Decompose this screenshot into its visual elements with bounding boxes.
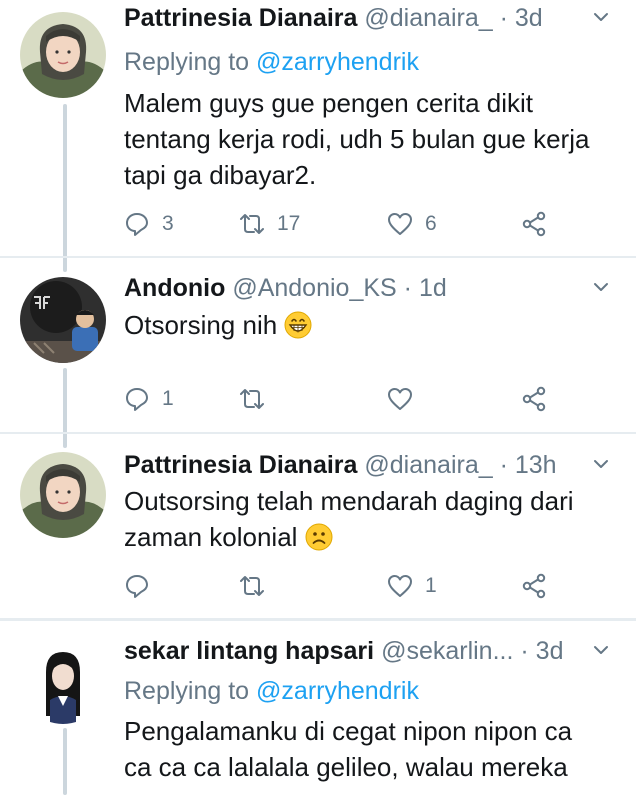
heart-icon: [388, 388, 412, 410]
display-name[interactable]: Pattrinesia Dianaira: [124, 451, 357, 479]
avatar-photo: [20, 452, 106, 538]
like-button[interactable]: 1: [387, 571, 437, 601]
separator-dot: ·: [499, 4, 508, 32]
separator-dot: ·: [520, 637, 529, 665]
tweet-header: Pattrinesia Dianaira @dianaira_ · 3d: [124, 2, 616, 34]
avatar[interactable]: [20, 12, 106, 98]
replying-to-label: Replying to: [124, 677, 250, 705]
separator-dot: ·: [403, 274, 412, 302]
reply-icon: [126, 575, 148, 598]
tweet-text: Pengalamanku di cegat nipon nipon ca ca …: [124, 713, 612, 785]
tweet-text-line: Malem guys gue pengen cerita dikit: [124, 88, 534, 118]
tweet-text-segment: Otsorsing nih: [124, 310, 278, 340]
share-icon: [522, 386, 546, 412]
replying-to-mention[interactable]: @zarryhendrik: [256, 677, 419, 705]
chevron-down-icon[interactable]: [592, 455, 610, 473]
tweet-header: Pattrinesia Dianaira @dianaira_ · 13h: [124, 449, 616, 481]
reply-icon: [126, 213, 148, 236]
avatar[interactable]: [20, 277, 106, 363]
share-icon: [522, 573, 546, 599]
retweet-icon: [240, 389, 264, 409]
retweet-icon: [240, 214, 264, 234]
reply-button[interactable]: 3: [124, 209, 174, 239]
grinning-face-emoji-icon: [284, 311, 312, 339]
replying-to-mention[interactable]: @zarryhendrik: [256, 48, 419, 76]
tweet-text: Outsorsing telah mendarah daging dari za…: [124, 483, 612, 555]
tweet-text-line: tapi ga dibayar2.: [124, 160, 317, 190]
timestamp[interactable]: 3d: [515, 4, 543, 32]
reply-button[interactable]: 1: [124, 384, 174, 414]
heart-icon: [388, 575, 412, 597]
reply-button[interactable]: [124, 571, 162, 601]
reply-icon: [126, 388, 148, 411]
share-button[interactable]: [521, 384, 547, 414]
avatar-photo: [20, 12, 106, 98]
tweet-text-line: Pengalamanku di cegat nipon nipon ca: [124, 716, 573, 746]
user-handle[interactable]: @dianaira_: [364, 4, 492, 32]
tweet-text-line: Outsorsing telah mendarah daging dari: [124, 486, 574, 516]
replying-to: Replying to @zarryhendrik: [124, 46, 419, 78]
chevron-down-icon[interactable]: [592, 8, 610, 26]
share-button[interactable]: [521, 209, 547, 239]
thread-line: [63, 728, 67, 795]
frowning-face-emoji-icon: [305, 523, 333, 551]
replying-to-label: Replying to: [124, 48, 250, 76]
display-name[interactable]: Pattrinesia Dianaira: [124, 4, 357, 32]
avatar-photo: [20, 277, 106, 363]
timestamp[interactable]: 1d: [419, 274, 447, 302]
chevron-down-icon[interactable]: [592, 278, 610, 296]
retweet-button[interactable]: [239, 571, 277, 601]
divider: [0, 432, 636, 434]
share-button[interactable]: [521, 571, 547, 601]
divider: [0, 256, 636, 258]
thread-line: [63, 104, 67, 272]
separator-dot: ·: [499, 451, 508, 479]
tweet-text-line: ca ca ca lalalala gelileo, walau mereka: [124, 752, 568, 782]
user-handle[interactable]: @Andonio_KS: [232, 274, 396, 302]
chevron-down-icon[interactable]: [592, 641, 610, 659]
user-handle[interactable]: @dianaira_: [364, 451, 492, 479]
tweet-header: sekar lintang hapsari @sekarlin... · 3d: [124, 635, 616, 667]
user-handle[interactable]: @sekarlin...: [381, 637, 513, 665]
avatar-photo: [20, 638, 106, 724]
retweet-count: 17: [277, 212, 301, 235]
like-count: 6: [425, 212, 437, 235]
tweet-text: Malem guys gue pengen cerita dikit tenta…: [124, 85, 612, 193]
tweet-text-line: Otsorsing nih: [124, 307, 612, 343]
display-name[interactable]: sekar lintang hapsari: [124, 637, 374, 665]
display-name[interactable]: Andonio: [124, 274, 225, 302]
timestamp[interactable]: 13h: [515, 451, 557, 479]
tweet-text-segment: zaman kolonial: [124, 522, 298, 552]
like-count: 1: [425, 574, 437, 597]
retweet-button[interactable]: 17: [239, 209, 300, 239]
reply-count: 3: [162, 212, 174, 235]
retweet-icon: [240, 576, 264, 596]
share-icon: [522, 211, 546, 237]
timestamp[interactable]: 3d: [536, 637, 564, 665]
reply-count: 1: [162, 387, 174, 410]
tweet-text-line: zaman kolonial: [124, 519, 612, 555]
like-button[interactable]: [387, 384, 425, 414]
tweet-text: Otsorsing nih: [124, 307, 612, 343]
heart-icon: [388, 213, 412, 235]
tweet-text-line: tentang kerja rodi, udh 5 bulan gue kerj…: [124, 124, 590, 154]
avatar[interactable]: [20, 638, 106, 724]
thread-line: [63, 368, 67, 448]
replying-to: Replying to @zarryhendrik: [124, 675, 419, 707]
tweet-header: Andonio @Andonio_KS · 1d: [124, 272, 616, 304]
retweet-button[interactable]: [239, 384, 277, 414]
like-button[interactable]: 6: [387, 209, 437, 239]
avatar[interactable]: [20, 452, 106, 538]
divider: [0, 618, 636, 621]
